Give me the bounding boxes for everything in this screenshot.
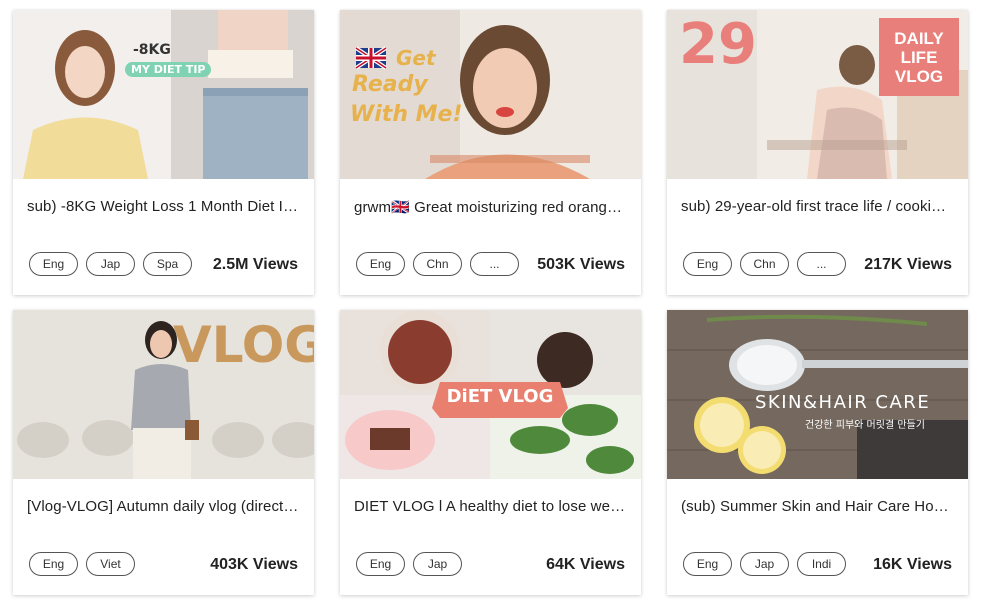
- tag-eng[interactable]: Eng: [29, 252, 78, 276]
- video-title[interactable]: (sub) Summer Skin and Hair Care How…: [681, 498, 955, 515]
- tag-more[interactable]: ...: [797, 252, 846, 276]
- thumb-korean-subtext: 건강한 피부와 머릿결 만들기: [805, 420, 925, 431]
- tag-eng[interactable]: Eng: [356, 552, 405, 576]
- tag-eng[interactable]: Eng: [683, 252, 732, 276]
- video-thumbnail[interactable]: -8KG MY DIET TIP: [13, 10, 314, 179]
- video-title[interactable]: DIET VLOG l A healthy diet to lose weig…: [354, 498, 628, 515]
- badge-life: LIFE: [900, 47, 938, 67]
- badge-daily: DAILY: [894, 28, 944, 48]
- tag-spa[interactable]: Spa: [143, 252, 192, 276]
- tag-jap[interactable]: Jap: [413, 552, 462, 576]
- tag-more[interactable]: ...: [470, 252, 519, 276]
- video-card[interactable]: VLOG [Vlog-VLOG] Autumn daily vlog (dire…: [13, 310, 314, 595]
- language-tags: Eng Jap: [356, 552, 462, 578]
- view-count: 16K Views: [873, 556, 952, 573]
- language-tags: Eng Chn ...: [683, 252, 846, 278]
- tag-chn[interactable]: Chn: [413, 252, 462, 276]
- thumb-diet-tip-badge: MY DIET TIP: [125, 62, 212, 77]
- language-tags: Eng Viet: [29, 552, 135, 578]
- view-count: 2.5M Views: [212, 256, 298, 273]
- thumb-vlog-text: VLOG: [173, 316, 314, 374]
- language-tags: Eng Jap Indi: [683, 552, 846, 578]
- badge-vlog: VLOG: [894, 66, 944, 86]
- thumb-withme-text: With Me!: [350, 102, 463, 127]
- video-thumbnail[interactable]: VLOG: [13, 310, 314, 479]
- daily-life-vlog-badge: DAILY LIFE VLOG: [879, 18, 959, 96]
- video-title[interactable]: grwm🇬🇧 Great moisturizing red orange…: [354, 198, 628, 216]
- view-count: 503K Views: [537, 256, 625, 273]
- video-card[interactable]: SKIN&HAIR CARE 건강한 피부와 머릿결 만들기 (sub) Sum…: [667, 310, 968, 595]
- video-card[interactable]: DiET VLOG DIET VLOG l A healthy diet to …: [340, 310, 641, 595]
- video-thumbnail[interactable]: 29 DAILY LIFE VLOG: [667, 10, 968, 179]
- video-card[interactable]: Get Ready With Me! grwm🇬🇧 Great moisturi…: [340, 10, 641, 295]
- thumb-diet-vlog-text: DiET VLOG: [446, 386, 554, 407]
- video-title[interactable]: [Vlog-VLOG] Autumn daily vlog (directi…: [27, 498, 301, 515]
- thumb-get-text: Get: [396, 46, 436, 70]
- video-thumbnail[interactable]: DiET VLOG: [340, 310, 641, 479]
- view-count: 64K Views: [546, 556, 625, 573]
- video-title[interactable]: sub) 29-year-old first trace life / cook…: [681, 198, 955, 215]
- video-grid: -8KG MY DIET TIP sub) -8KG Weight Loss 1…: [0, 0, 1000, 600]
- language-tags: Eng Jap Spa: [29, 252, 192, 278]
- tag-chn[interactable]: Chn: [740, 252, 789, 276]
- thumb-skin-hair-text: SKIN&HAIR CARE: [755, 392, 931, 413]
- view-count: 217K Views: [864, 256, 952, 273]
- tag-eng[interactable]: Eng: [683, 552, 732, 576]
- thumb-ready-text: Ready: [352, 72, 428, 97]
- video-thumbnail[interactable]: SKIN&HAIR CARE 건강한 피부와 머릿결 만들기: [667, 310, 968, 479]
- tag-eng[interactable]: Eng: [356, 252, 405, 276]
- tag-indi[interactable]: Indi: [797, 552, 846, 576]
- language-tags: Eng Chn ...: [356, 252, 519, 278]
- video-title[interactable]: sub) -8KG Weight Loss 1 Month Diet In…: [27, 198, 301, 215]
- tag-eng[interactable]: Eng: [29, 552, 78, 576]
- video-card[interactable]: 29 DAILY LIFE VLOG sub) 29-year-old firs…: [667, 10, 968, 295]
- tag-jap[interactable]: Jap: [86, 252, 135, 276]
- tag-jap[interactable]: Jap: [740, 552, 789, 576]
- video-thumbnail[interactable]: Get Ready With Me!: [340, 10, 641, 179]
- view-count: 403K Views: [210, 556, 298, 573]
- thumb-29-text: 29: [679, 12, 757, 77]
- video-card[interactable]: -8KG MY DIET TIP sub) -8KG Weight Loss 1…: [13, 10, 314, 295]
- thumb-weight-text: -8KG: [133, 42, 171, 58]
- tag-viet[interactable]: Viet: [86, 552, 135, 576]
